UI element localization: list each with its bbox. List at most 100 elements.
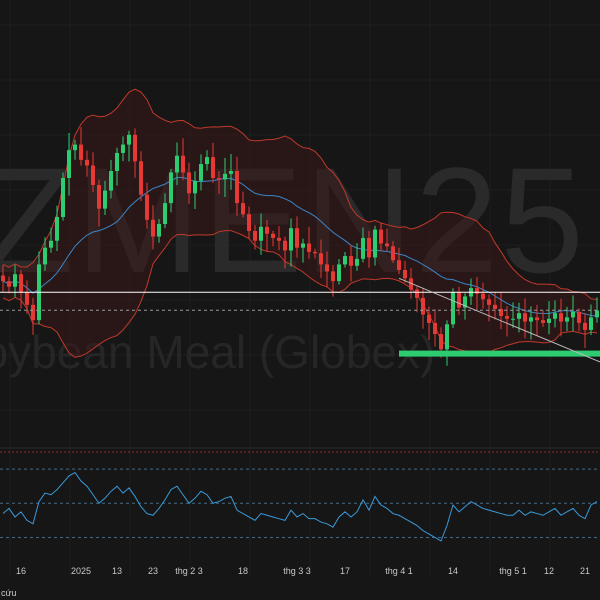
candle-body	[505, 315, 509, 319]
x-tick-label: thg 2 3	[175, 566, 203, 576]
candle-body	[391, 246, 395, 261]
x-tick-label: 2025	[71, 566, 91, 576]
candle-body	[67, 150, 71, 179]
candle-body	[295, 228, 299, 248]
x-tick-label: 12	[544, 566, 554, 576]
candle-body	[379, 229, 383, 244]
candle-body	[169, 172, 173, 204]
candle-body	[181, 155, 185, 173]
candle-body	[301, 243, 305, 248]
x-tick-label: 16	[16, 566, 26, 576]
candle-body	[43, 247, 47, 265]
x-tick-label: 23	[148, 566, 158, 576]
candle-body	[385, 243, 389, 247]
candle-body	[223, 173, 227, 180]
candle-body	[361, 237, 365, 259]
candle-body	[289, 228, 293, 251]
x-tick-label: thg 4 1	[385, 566, 413, 576]
candle-body	[241, 203, 245, 215]
x-tick-label: 18	[238, 566, 248, 576]
candle-body	[403, 269, 407, 279]
candle-body	[445, 324, 449, 350]
candle-body	[259, 226, 263, 241]
candle-body	[577, 311, 581, 323]
x-tick-label: 21	[580, 566, 590, 576]
candle-body	[277, 237, 281, 241]
candle-body	[355, 258, 359, 266]
candle-body	[25, 292, 29, 305]
candle-body	[475, 288, 479, 294]
candle-body	[79, 144, 83, 160]
candle	[451, 288, 455, 329]
candle-body	[31, 304, 35, 321]
candle-body	[13, 274, 17, 287]
x-tick-label: 14	[448, 566, 458, 576]
candle-body	[337, 264, 341, 282]
x-tick-label: 17	[340, 566, 350, 576]
candle-body	[319, 253, 323, 265]
candle-body	[283, 240, 287, 251]
candle-body	[529, 317, 533, 322]
candle-body	[349, 256, 353, 266]
candle-body	[271, 233, 275, 238]
price-chart[interactable]: ZMEN25 Soybean Meal (Globex) 1620251323t…	[0, 0, 600, 600]
candle-body	[205, 157, 209, 165]
candle-body	[85, 159, 89, 166]
candle-body	[493, 304, 497, 310]
candle-body	[397, 260, 401, 270]
candle-body	[535, 317, 539, 321]
candle-body	[511, 318, 515, 320]
candle-body	[115, 152, 119, 172]
candle-body	[19, 274, 23, 293]
candle-body	[553, 313, 557, 319]
candle-body	[187, 172, 191, 194]
candle-body	[247, 214, 251, 231]
candle-body	[121, 144, 125, 153]
support-zone	[399, 350, 600, 357]
x-tick-label: 13	[112, 566, 122, 576]
candle-body	[433, 322, 437, 335]
candle-body	[307, 243, 311, 252]
candle-body	[523, 313, 527, 322]
candle-body	[373, 229, 377, 258]
candle-body	[421, 297, 425, 315]
candle	[61, 172, 65, 221]
candle-body	[97, 184, 101, 209]
candle-body	[313, 251, 317, 254]
candle-body	[199, 164, 203, 181]
candle-body	[229, 171, 233, 174]
candle-body	[547, 318, 551, 323]
candle-body	[325, 264, 329, 272]
candle-body	[211, 157, 215, 179]
candle-body	[583, 322, 587, 330]
candle-body	[457, 292, 461, 308]
candle-body	[541, 320, 545, 323]
candle-body	[559, 313, 563, 322]
candle-body	[55, 217, 59, 241]
candle-body	[571, 311, 575, 318]
candle-body	[235, 171, 239, 204]
candle-body	[193, 180, 197, 194]
footer-partial-text: cứu	[1, 588, 17, 598]
candle-body	[151, 219, 155, 237]
candle-body	[7, 281, 11, 287]
candle-body	[157, 224, 161, 237]
candle-body	[265, 226, 269, 234]
candle-body	[331, 271, 335, 282]
candle-body	[565, 317, 569, 322]
candle-body	[127, 134, 131, 145]
candle-body	[61, 178, 65, 218]
candle-body	[427, 314, 431, 323]
candle-body	[163, 203, 167, 224]
candle-body	[253, 230, 257, 241]
candle-body	[439, 334, 443, 350]
candle-body	[451, 292, 455, 325]
candle-body	[367, 237, 371, 258]
candle-body	[73, 144, 77, 151]
candle-body	[175, 155, 179, 173]
candle-body	[343, 256, 347, 265]
candle-body	[133, 134, 137, 162]
candle-body	[109, 171, 113, 191]
candle-body	[139, 161, 143, 195]
candle-body	[589, 317, 593, 330]
